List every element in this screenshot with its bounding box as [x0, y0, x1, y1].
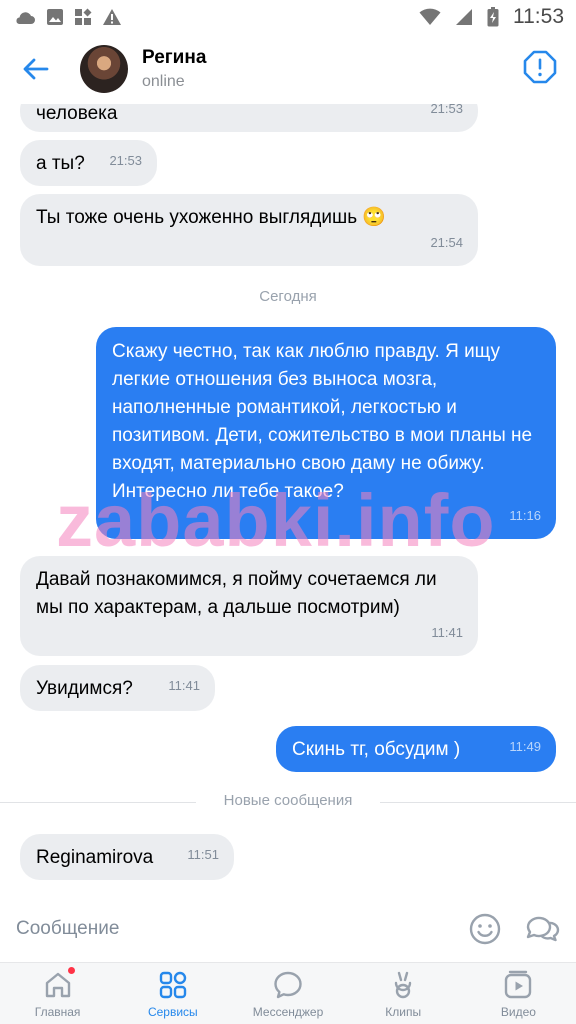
contact-info[interactable]: Регина online — [142, 47, 206, 91]
message-text: Ты тоже очень ухоженно выглядишь 🙄 — [36, 207, 387, 228]
message-text: Скинь тг, обсудим ) — [292, 739, 461, 760]
emoji-button[interactable] — [468, 912, 502, 946]
message-time: 21:53 — [430, 104, 463, 116]
report-button[interactable] — [522, 49, 558, 85]
tab-label: Клипы — [385, 1005, 422, 1019]
notification-icons — [14, 8, 122, 26]
message-text: Давай познакомимся, я пойму сочетаемся л… — [36, 569, 437, 618]
message-input[interactable]: Сообщение — [16, 918, 436, 940]
message-time: 11:16 — [509, 508, 541, 523]
message-time: 21:54 — [430, 235, 463, 250]
message-bubble[interactable]: Давай познакомимся, я пойму сочетаемся л… — [20, 556, 478, 656]
message-text: человека — [36, 104, 118, 124]
message-text: Reginamirova — [36, 847, 154, 868]
messenger-icon — [274, 971, 302, 999]
tab-services[interactable]: Сервисы — [115, 963, 230, 1024]
stickers-button[interactable] — [524, 912, 560, 946]
wifi-icon — [419, 8, 441, 25]
message-text: Увидимся? — [36, 678, 133, 699]
message-list[interactable]: человека 21:53 а ты? 21:53 Ты тоже очень… — [0, 104, 576, 888]
chat-bubbles-icon — [526, 916, 560, 942]
date-separator: Сегодня — [259, 288, 317, 305]
arrow-left-icon — [23, 58, 49, 80]
message-time: 11:41 — [431, 625, 463, 640]
message-time: 11:49 — [509, 739, 541, 754]
message-composer: Сообщение — [0, 898, 576, 960]
services-grid-icon — [159, 971, 186, 999]
contact-status: online — [142, 73, 185, 90]
tab-clips[interactable]: Клипы — [346, 963, 461, 1024]
separator-line — [380, 802, 576, 803]
apps-icon — [75, 8, 92, 25]
new-messages-label: Новые сообщения — [223, 792, 353, 809]
smile-icon — [469, 913, 501, 945]
message-bubble[interactable]: Скажу честно, так как люблю правду. Я ищ… — [96, 327, 556, 539]
signal-icon — [456, 9, 472, 25]
message-time: 11:51 — [187, 847, 219, 862]
home-icon — [45, 972, 70, 998]
tab-label: Видео — [500, 1005, 536, 1019]
message-text: а ты? — [36, 153, 85, 174]
warning-icon — [103, 9, 121, 25]
tab-messenger[interactable]: Мессенджер — [230, 963, 345, 1024]
message-bubble[interactable]: человека 21:53 — [20, 104, 478, 132]
tab-home[interactable]: Главная — [0, 963, 115, 1024]
avatar[interactable] — [80, 45, 128, 93]
battery-icon — [487, 7, 499, 27]
contact-name: Регина — [142, 47, 207, 68]
message-bubble[interactable]: Reginamirova 11:51 — [20, 834, 234, 880]
message-bubble[interactable]: а ты? 21:53 — [20, 140, 157, 186]
message-bubble[interactable]: Ты тоже очень ухоженно выглядишь 🙄 21:54 — [20, 194, 478, 266]
status-bar: 11:53 — [0, 0, 576, 34]
message-time: 21:53 — [109, 153, 142, 168]
clips-icon — [395, 971, 412, 999]
tab-label: Сервисы — [147, 1005, 198, 1019]
image-icon — [47, 9, 63, 25]
system-icons: 11:53 — [419, 5, 564, 29]
new-messages-separator: Новые сообщения — [0, 792, 576, 812]
back-button[interactable] — [16, 49, 56, 89]
bottom-tab-bar: Главная Сервисы Мессенджер Клипы Видео — [0, 962, 576, 1024]
notification-badge — [68, 967, 75, 974]
cloud-icon — [16, 12, 35, 24]
tab-video[interactable]: Видео — [461, 963, 576, 1024]
tab-label: Главная — [34, 1005, 81, 1019]
message-bubble[interactable]: Скинь тг, обсудим ) 11:49 — [276, 726, 556, 772]
video-icon — [505, 970, 532, 999]
chat-header: Регина online — [0, 34, 576, 104]
message-bubble[interactable]: Увидимся? 11:41 — [20, 665, 215, 711]
tab-label: Мессенджер — [252, 1005, 324, 1019]
alert-octagon-icon — [523, 50, 557, 84]
message-text: Скажу честно, так как люблю правду. Я ищ… — [112, 341, 533, 502]
clock: 11:53 — [513, 5, 564, 28]
message-time: 11:41 — [168, 678, 200, 693]
